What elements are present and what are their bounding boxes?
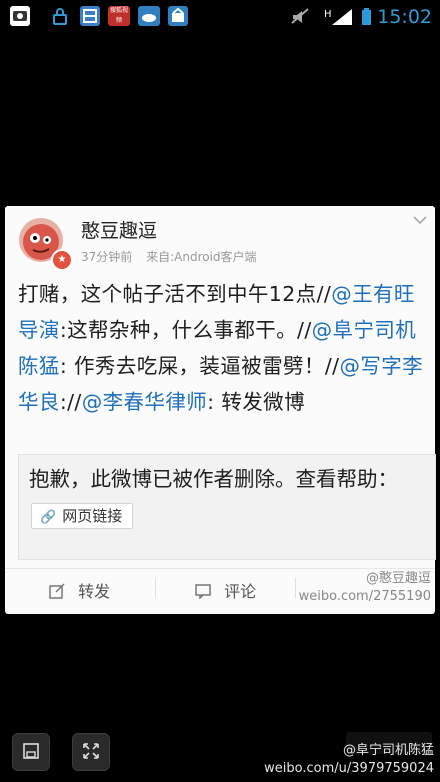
status-bar: 搜狐视频 H 15:02 bbox=[0, 0, 440, 34]
post-source: 来自:Android客户端 bbox=[146, 250, 257, 264]
signal-icon: H bbox=[324, 7, 352, 31]
deleted-quote-box: 抱歉，此微博已被作者删除。查看帮助： 🔗 网页链接 bbox=[18, 454, 436, 560]
post-text: 打赌，这个帖子活不到中午12点// bbox=[18, 282, 332, 306]
clock: 15:02 bbox=[377, 6, 432, 28]
mention-link[interactable]: @李春华律师 bbox=[82, 390, 207, 414]
weblink-button[interactable]: 🔗 网页链接 bbox=[31, 503, 134, 529]
fullscreen-button[interactable] bbox=[72, 733, 110, 771]
repost-button[interactable]: 转发 bbox=[49, 578, 110, 602]
watermark-name: @憨豆趣逗 bbox=[365, 571, 431, 586]
save-icon bbox=[22, 741, 40, 762]
video-app-label: 搜狐视频 bbox=[109, 7, 128, 24]
bottom-watermark-url: weibo.com/u/3979759024 bbox=[264, 761, 434, 776]
comment-button[interactable]: 评论 bbox=[195, 578, 256, 602]
comment-label: 评论 bbox=[224, 582, 257, 601]
chevron-down-icon[interactable] bbox=[411, 212, 429, 226]
post-time: 37分钟前 bbox=[81, 250, 133, 264]
battery-icon bbox=[360, 7, 372, 31]
network-label: H bbox=[324, 9, 332, 20]
video-app-icon: 搜狐视频 bbox=[108, 6, 130, 26]
quote-text: 抱歉，此微博已被作者删除。查看帮助： bbox=[29, 467, 398, 491]
username[interactable]: 憨豆趣逗 bbox=[81, 216, 157, 243]
store-icon bbox=[168, 6, 188, 26]
camera-icon bbox=[10, 6, 30, 26]
expand-icon bbox=[82, 741, 100, 762]
comment-icon bbox=[195, 582, 216, 601]
save-image-button[interactable] bbox=[12, 733, 50, 771]
weblink-label: 网页链接 bbox=[62, 507, 123, 525]
notes-icon bbox=[80, 6, 100, 26]
mute-icon bbox=[290, 7, 310, 31]
bottom-weibo-watermark: @阜宁司机陈猛 weibo.com/u/3979759024 bbox=[264, 742, 434, 778]
post-text: : 转发微博 bbox=[207, 390, 305, 414]
repost-icon bbox=[49, 582, 70, 601]
post-text: :这帮杂种，什么事都干。// bbox=[59, 318, 312, 342]
action-separator bbox=[155, 578, 156, 598]
action-separator bbox=[295, 578, 296, 598]
weibo-watermark: @憨豆趣逗 weibo.com/2755190 bbox=[299, 570, 431, 606]
weather-icon bbox=[138, 6, 160, 26]
action-divider bbox=[5, 568, 435, 569]
weibo-post-card[interactable]: ★ 憨豆趣逗 37分钟前 来自:Android客户端 打赌，这个帖子活不到中午1… bbox=[5, 206, 436, 614]
watermark-url: weibo.com/2755190 bbox=[298, 589, 431, 604]
post-meta: 37分钟前 来自:Android客户端 bbox=[81, 248, 267, 265]
repost-label: 转发 bbox=[78, 582, 111, 601]
post-text: : 作秀去吃屎，装逼被雷劈！// bbox=[59, 354, 340, 378]
post-body: 打赌，这个帖子活不到中午12点//@王有旺导演:这帮杂种，什么事都干。//@阜宁… bbox=[18, 276, 428, 420]
bottom-watermark-name: @阜宁司机陈猛 bbox=[342, 743, 434, 758]
lock-icon bbox=[50, 6, 70, 26]
post-text: :// bbox=[59, 390, 82, 414]
link-icon: 🔗 bbox=[40, 510, 57, 525]
verified-badge-icon: ★ bbox=[51, 249, 73, 271]
